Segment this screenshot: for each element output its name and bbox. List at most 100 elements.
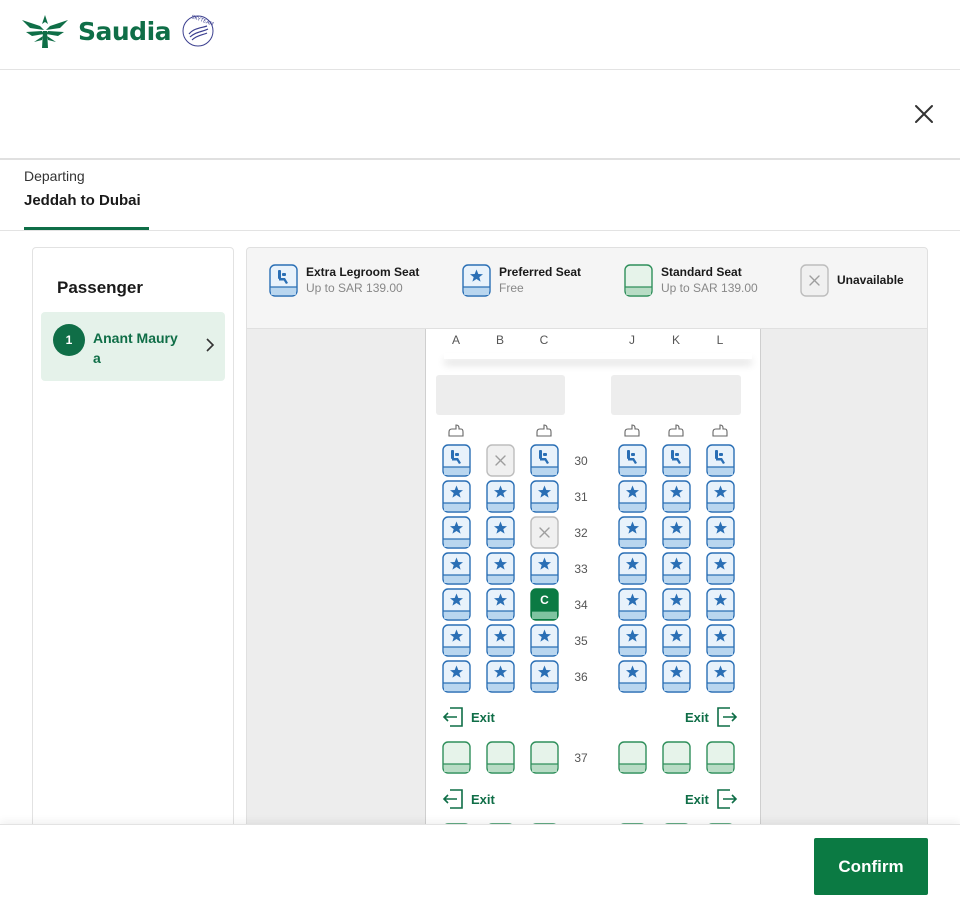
exit-right-icon: [717, 789, 737, 809]
tab-divider: [0, 230, 960, 231]
passenger-number-badge: 1: [53, 324, 85, 356]
seat-standard[interactable]: [486, 741, 515, 774]
seat-preferred[interactable]: [662, 552, 691, 585]
seat-preferred[interactable]: [486, 552, 515, 585]
seat-preferred[interactable]: [706, 588, 735, 621]
seat-preferred[interactable]: [618, 480, 647, 513]
legend-text: Standard Seat Up to SAR 139.00: [661, 264, 758, 296]
legend-item: Unavailable: [800, 264, 904, 302]
selected-seat-label: C: [540, 593, 549, 607]
seat-preferred[interactable]: [486, 480, 515, 513]
seat-column-header: J: [629, 333, 635, 347]
seat-preferred[interactable]: [530, 624, 559, 657]
legend-name: Extra Legroom Seat: [306, 265, 420, 279]
saudia-palm-icon: [22, 15, 68, 48]
close-icon[interactable]: [914, 104, 934, 124]
seat-column-header: A: [451, 333, 460, 347]
seat-preferred[interactable]: [486, 516, 515, 549]
seat-preferred[interactable]: [662, 588, 691, 621]
seat-standard[interactable]: [662, 741, 691, 774]
seat-preferred[interactable]: [618, 660, 647, 693]
legend-name: Standard Seat: [661, 265, 742, 279]
seat-preferred[interactable]: [662, 660, 691, 693]
seat-preferred[interactable]: [662, 480, 691, 513]
seat-preferred[interactable]: [530, 660, 559, 693]
exit-left: Exit: [442, 789, 502, 809]
seat-preferred[interactable]: [706, 624, 735, 657]
seat-preferred[interactable]: [706, 516, 735, 549]
seat-preferred[interactable]: [662, 516, 691, 549]
seat-preferred[interactable]: [486, 660, 515, 693]
seat-preferred[interactable]: [618, 588, 647, 621]
seat-preferred[interactable]: [618, 552, 647, 585]
bassinet-icon: [712, 424, 728, 437]
seat-preferred[interactable]: [486, 624, 515, 657]
seat-legroom[interactable]: [662, 444, 691, 477]
galley-left: [436, 375, 565, 415]
seat-selected[interactable]: C: [530, 588, 559, 621]
legend-price: Up to SAR 139.00: [306, 281, 403, 295]
saudia-logo[interactable]: Saudia SKYTEAM: [20, 12, 217, 50]
seat-preferred[interactable]: [706, 552, 735, 585]
tab-direction-label: Departing: [24, 168, 85, 184]
column-header-shadow: [444, 353, 752, 359]
seat-preferred[interactable]: [442, 552, 471, 585]
exit-right: Exit: [678, 789, 738, 809]
seat-preferred[interactable]: [706, 480, 735, 513]
seat-preferred[interactable]: [706, 660, 735, 693]
exit-left-icon: [442, 707, 463, 727]
passenger-name: Anant Maurya: [93, 330, 178, 366]
seat-preferred[interactable]: [530, 552, 559, 585]
legend-name: Preferred Seat: [499, 265, 582, 279]
passenger-item[interactable]: 1 Anant Maurya: [41, 312, 225, 381]
legend-text: Extra Legroom Seat Up to SAR 139.00: [306, 264, 419, 296]
preferred-seat-icon: [462, 264, 491, 302]
exit-right: Exit: [678, 707, 738, 727]
seat-legend: Extra Legroom Seat Up to SAR 139.00 Prefer…: [247, 248, 927, 329]
seat-preferred[interactable]: [442, 624, 471, 657]
tab-flight-segment[interactable]: Departing Jeddah to Dubai: [24, 166, 149, 230]
row-number: 33: [574, 562, 588, 576]
row-number: 30: [574, 454, 588, 468]
legend-text: Unavailable: [837, 272, 904, 288]
exit-label: Exit: [685, 791, 709, 807]
seat-standard[interactable]: [618, 741, 647, 774]
seat-preferred[interactable]: [442, 480, 471, 513]
seat-preferred[interactable]: [442, 588, 471, 621]
passenger-panel-title: Passenger: [57, 278, 143, 297]
seat-preferred[interactable]: [618, 624, 647, 657]
seat-legroom[interactable]: [706, 444, 735, 477]
seat-legroom[interactable]: [618, 444, 647, 477]
seat-preferred[interactable]: [442, 660, 471, 693]
seat-preferred[interactable]: [442, 516, 471, 549]
confirm-button[interactable]: Confirm: [814, 838, 928, 895]
seat-preferred[interactable]: [486, 588, 515, 621]
seat-unavailable: [530, 516, 559, 549]
seat-column-header: L: [716, 333, 724, 347]
row-number: 36: [574, 670, 588, 684]
seat-unavailable: [486, 444, 515, 477]
legend-item: Preferred Seat Free: [462, 264, 581, 302]
exit-label: Exit: [471, 709, 495, 725]
standard-seat-icon: [624, 264, 653, 302]
brand-name: Saudia: [78, 16, 172, 46]
seat-legroom[interactable]: [442, 444, 471, 477]
bassinet-icon: [668, 424, 684, 437]
svg-text:SKYTEAM: SKYTEAM: [190, 14, 214, 28]
seat-preferred[interactable]: [530, 480, 559, 513]
legend-item: Standard Seat Up to SAR 139.00: [624, 264, 758, 302]
chevron-right-icon: [206, 338, 215, 352]
seat-standard[interactable]: [530, 741, 559, 774]
row-number: 34: [574, 598, 588, 612]
unavailable-seat-icon: [800, 264, 829, 302]
seat-preferred[interactable]: [618, 516, 647, 549]
seat-standard[interactable]: [706, 741, 735, 774]
seat-preferred[interactable]: [662, 624, 691, 657]
seat-standard[interactable]: [442, 741, 471, 774]
seat-column-header: C: [539, 333, 549, 347]
row-number: 31: [574, 490, 588, 504]
legend-name: Unavailable: [837, 273, 904, 287]
galley-right: [611, 375, 741, 415]
seat-legroom[interactable]: [530, 444, 559, 477]
bassinet-icon: [624, 424, 640, 437]
